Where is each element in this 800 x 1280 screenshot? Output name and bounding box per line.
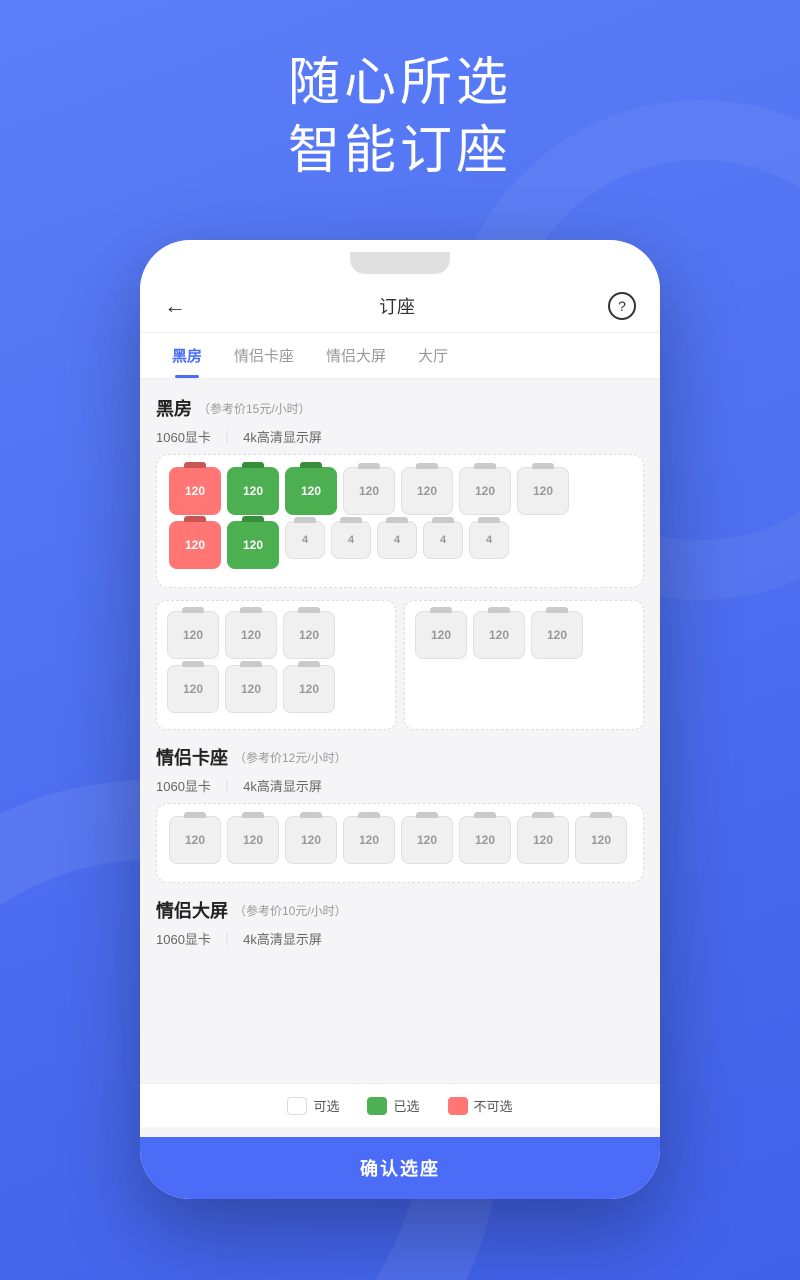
back-button[interactable]: ←	[164, 293, 186, 319]
tab-heifang[interactable]: 黑房	[156, 333, 218, 378]
header-line1: 随心所选	[288, 54, 512, 112]
section-daping-title: 情侣大屏	[156, 897, 228, 923]
legend-unavailable-box	[448, 1097, 468, 1115]
kazuo-seat-6[interactable]: 120	[459, 816, 511, 864]
tab-qinlv-daping[interactable]: 情侣大屏	[310, 333, 402, 378]
section-kazuo-title: 情侣卡座	[156, 744, 228, 770]
kazuo-seat-5[interactable]: 120	[401, 816, 453, 864]
navbar-title: 订座	[379, 293, 415, 319]
seat-2-5[interactable]: 4	[377, 521, 417, 559]
heifang-group-left-row1: 120 120 120	[167, 611, 385, 659]
heifang-bottom-groups: 120 120 120 120 120 120	[156, 600, 644, 730]
seat-gl-2-3[interactable]: 120	[283, 665, 335, 713]
kazuo-seat-8[interactable]: 120	[575, 816, 627, 864]
heifang-group-right-row1: 120 120 120	[415, 611, 633, 659]
section-heifang-title: 黑房	[156, 395, 192, 421]
seat-1-3[interactable]: 120	[285, 467, 337, 515]
section-qinlv-kazuo: 情侣卡座 （参考价12元/小时） 1060显卡 ｜ 4k高清显示屏 120 12…	[156, 744, 644, 883]
legend-available-label: 可选	[313, 1096, 339, 1115]
seat-1-5[interactable]: 120	[401, 467, 453, 515]
seat-gl-1-2[interactable]: 120	[225, 611, 277, 659]
section-heifang-price: （参考价15元/小时）	[198, 400, 311, 417]
header-line2: 智能订座	[288, 122, 512, 180]
section-kazuo-spec: 1060显卡 ｜ 4k高清显示屏	[156, 776, 644, 795]
heifang-group-right: 120 120 120	[404, 600, 644, 730]
confirm-button[interactable]: 确认选座	[140, 1137, 660, 1199]
legend-available: 可选	[287, 1096, 339, 1115]
app-navbar: ← 订座 ?	[140, 280, 660, 333]
seat-1-1[interactable]: 120	[169, 467, 221, 515]
seat-2-1[interactable]: 120	[169, 521, 221, 569]
phone-mockup: ← 订座 ? 黑房 情侣卡座 情侣大屏 大厅 黑房 （参考价15元/小时）	[140, 240, 660, 1199]
kazuo-seat-2[interactable]: 120	[227, 816, 279, 864]
seat-gl-2-2[interactable]: 120	[225, 665, 277, 713]
seat-1-7[interactable]: 120	[517, 467, 569, 515]
section-heifang-spec: 1060显卡 ｜ 4k高清显示屏	[156, 427, 644, 446]
seat-2-3[interactable]: 4	[285, 521, 325, 559]
seat-gl-1-3[interactable]: 120	[283, 611, 335, 659]
section-kazuo-price: （参考价12元/小时）	[234, 749, 347, 766]
seat-gl-2-1[interactable]: 120	[167, 665, 219, 713]
heifang-group-left-row2: 120 120 120	[167, 665, 385, 713]
seat-1-4[interactable]: 120	[343, 467, 395, 515]
kazuo-seat-1[interactable]: 120	[169, 816, 221, 864]
tab-bar: 黑房 情侣卡座 情侣大屏 大厅	[140, 333, 660, 379]
legend-unavailable: 不可选	[448, 1096, 513, 1115]
legend-unavailable-label: 不可选	[474, 1096, 513, 1115]
tab-qinlv-kazuo[interactable]: 情侣卡座	[218, 333, 310, 378]
phone-notch	[350, 252, 450, 274]
legend-available-box	[287, 1097, 307, 1115]
heifang-group-left: 120 120 120 120 120 120	[156, 600, 396, 730]
section-heifang: 黑房 （参考价15元/小时） 1060显卡 ｜ 4k高清显示屏	[156, 395, 644, 730]
tab-dating[interactable]: 大厅	[402, 333, 464, 378]
seat-2-4[interactable]: 4	[331, 521, 371, 559]
section-daping-price: （参考价10元/小时）	[234, 902, 347, 919]
seat-1-2[interactable]: 120	[227, 467, 279, 515]
seat-1-6[interactable]: 120	[459, 467, 511, 515]
section-daping-spec: 1060显卡 ｜ 4k高清显示屏	[156, 929, 644, 948]
section-qinlv-daping: 情侣大屏 （参考价10元/小时） 1060显卡 ｜ 4k高清显示屏	[156, 897, 644, 948]
seat-2-2[interactable]: 120	[227, 521, 279, 569]
seat-2-6[interactable]: 4	[423, 521, 463, 559]
seat-gr-1-3[interactable]: 120	[531, 611, 583, 659]
legend-selected-label: 已选	[393, 1096, 419, 1115]
seat-2-7[interactable]: 4	[469, 521, 509, 559]
legend-selected-box	[367, 1097, 387, 1115]
seat-gr-1-1[interactable]: 120	[415, 611, 467, 659]
heifang-row-1: 120 120 120 120 120 120 120	[169, 467, 631, 515]
kazuo-seat-4[interactable]: 120	[343, 816, 395, 864]
heifang-row-2: 120 120 4 4 4 4 4	[169, 521, 631, 569]
seat-gr-1-2[interactable]: 120	[473, 611, 525, 659]
seat-gl-1-1[interactable]: 120	[167, 611, 219, 659]
kazuo-row-1: 120 120 120 120 120 120 120 120	[169, 816, 631, 864]
help-button[interactable]: ?	[608, 292, 636, 320]
legend-bar: 可选 已选 不可选	[140, 1083, 660, 1127]
header-text: 随心所选 智能订座	[0, 50, 800, 185]
kazuo-seat-7[interactable]: 120	[517, 816, 569, 864]
heifang-top-seat-area: 120 120 120 120 120 120 120 120 120	[156, 454, 644, 588]
legend-selected: 已选	[367, 1096, 419, 1115]
scroll-content: 黑房 （参考价15元/小时） 1060显卡 ｜ 4k高清显示屏	[140, 379, 660, 1199]
kazuo-seat-area: 120 120 120 120 120 120 120 120	[156, 803, 644, 883]
kazuo-seat-3[interactable]: 120	[285, 816, 337, 864]
